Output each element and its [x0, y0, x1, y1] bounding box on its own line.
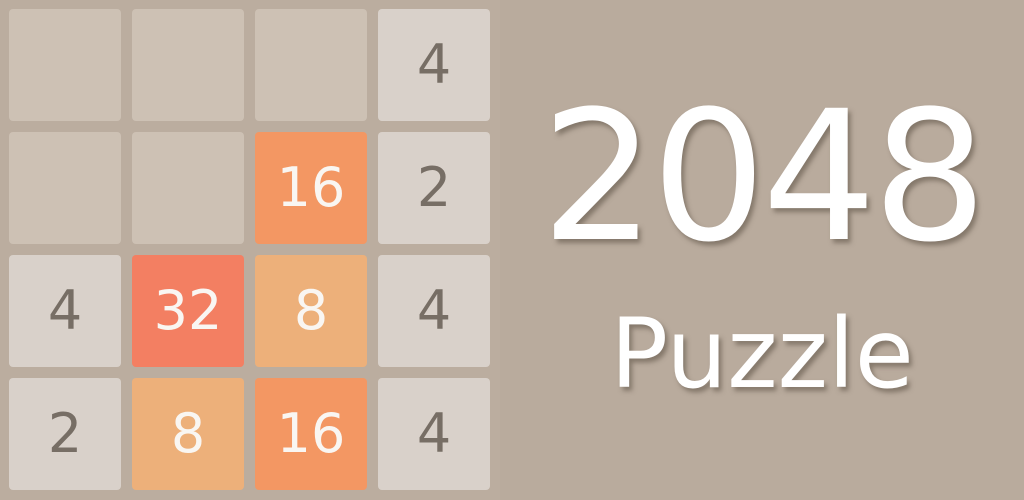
tile-r3-c1: 8	[132, 378, 244, 490]
tile-r2-c1: 32	[132, 255, 244, 367]
tile-r0-c0	[9, 9, 121, 121]
game-subtitle: Puzzle	[610, 298, 914, 410]
game-board[interactable]: 4 16 2 4 32 8 4 2 8 16 4	[0, 0, 500, 500]
tile-r1-c1	[132, 132, 244, 244]
tile-r1-c0	[9, 132, 121, 244]
tile-r1-c2: 16	[255, 132, 367, 244]
tile-r2-c3: 4	[378, 255, 490, 367]
tile-r2-c2: 8	[255, 255, 367, 367]
tile-r3-c3: 4	[378, 378, 490, 490]
tile-r3-c0: 2	[9, 378, 121, 490]
game-title: 2048	[540, 73, 987, 282]
title-block: 2048 Puzzle	[500, 0, 1024, 500]
tile-r3-c2: 16	[255, 378, 367, 490]
tile-r0-c1	[132, 9, 244, 121]
tile-r0-c3: 4	[378, 9, 490, 121]
tile-r1-c3: 2	[378, 132, 490, 244]
tile-r2-c0: 4	[9, 255, 121, 367]
tile-r0-c2	[255, 9, 367, 121]
